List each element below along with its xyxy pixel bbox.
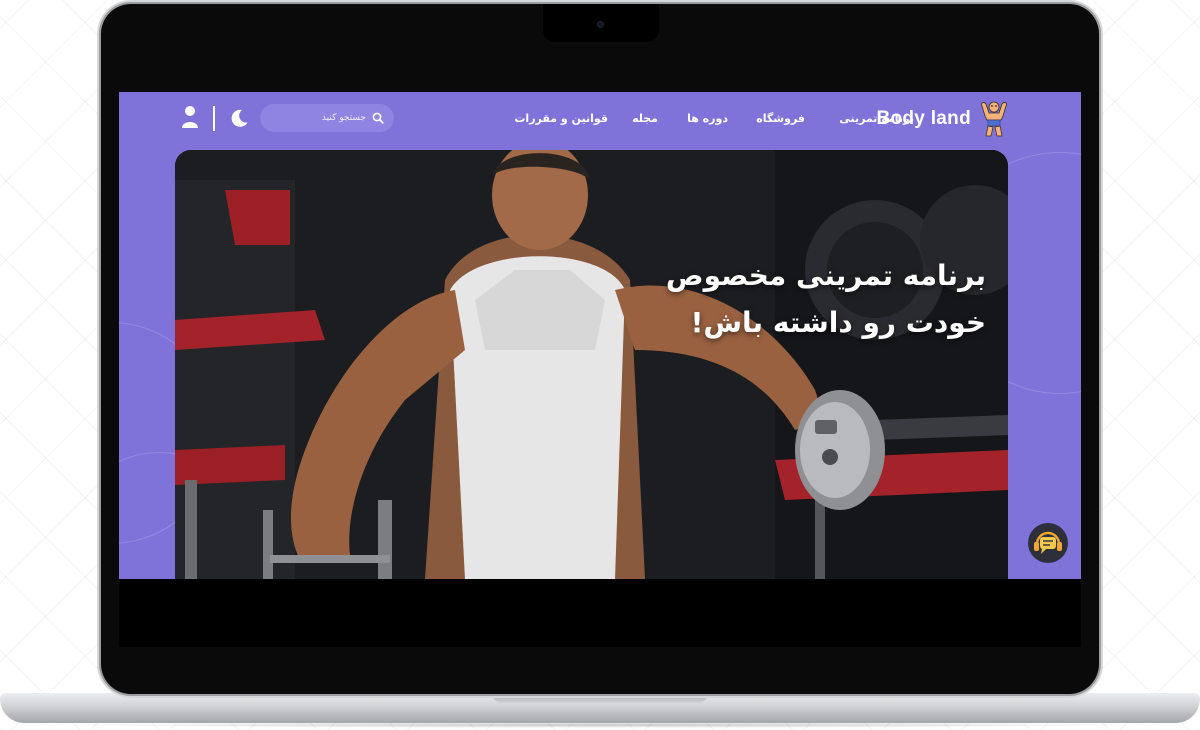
website-screen: Body land برنامه تمرینی فروشگاه دوره ها … xyxy=(119,92,1081,579)
camera-icon xyxy=(597,21,604,28)
site-header: Body land برنامه تمرینی فروشگاه دوره ها … xyxy=(119,92,1081,148)
nav-item-rules[interactable]: قوانین و مقررات xyxy=(514,112,608,125)
laptop-base-notch xyxy=(492,693,708,703)
nav-item-magazine[interactable]: مجله xyxy=(632,112,658,125)
bodybuilder-logo-icon xyxy=(981,101,1007,137)
hero-title: برنامه تمرینی مخصوص خودت رو داشته باش! xyxy=(566,252,986,346)
user-icon[interactable] xyxy=(181,105,199,129)
support-chat-icon[interactable] xyxy=(1027,522,1069,564)
nav-item-shop[interactable]: فروشگاه xyxy=(756,112,805,125)
hero-banner: برنامه تمرینی مخصوص خودت رو داشته باش! xyxy=(175,150,1008,579)
hero-title-line-2: خودت رو داشته باش! xyxy=(690,306,986,339)
moon-icon[interactable] xyxy=(228,107,250,129)
nav-item-training-program[interactable]: برنامه تمرینی xyxy=(839,112,914,125)
hero-photo xyxy=(175,150,1008,579)
search-input[interactable] xyxy=(274,112,368,124)
nav-item-courses[interactable]: دوره ها xyxy=(687,112,728,125)
search-icon[interactable] xyxy=(372,112,384,124)
header-divider xyxy=(213,106,215,131)
screen-bezel-bottom xyxy=(119,579,1081,647)
search-box[interactable] xyxy=(260,104,394,132)
hero-title-line-1: برنامه تمرینی مخصوص xyxy=(665,259,986,292)
